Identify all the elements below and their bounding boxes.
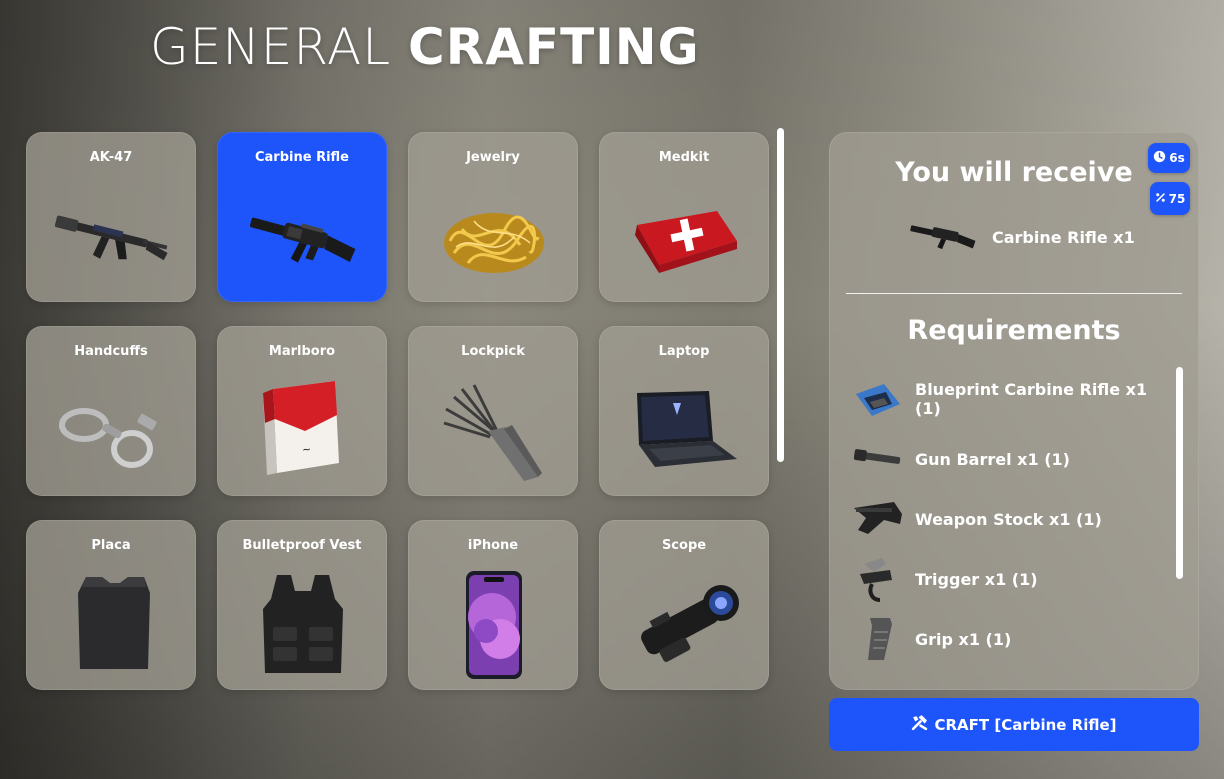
gun-barrel-icon — [850, 434, 905, 484]
requirement-label: Blueprint Carbine Rifle x1 (1) — [915, 380, 1148, 418]
list-item: Trigger x1 (1) — [850, 549, 1170, 609]
item-label: Placa — [91, 538, 131, 553]
item-card-ak47[interactable]: AK-47 — [26, 132, 196, 302]
grid-scrollbar[interactable] — [777, 128, 784, 462]
jewelry-icon — [434, 181, 554, 291]
medkit-icon — [625, 181, 745, 291]
laptop-icon — [625, 375, 745, 485]
item-label: Carbine Rifle — [254, 150, 349, 165]
item-card-placa[interactable]: Placa — [26, 520, 196, 690]
item-label: Laptop — [658, 344, 710, 359]
craft-time-value: 6s — [1169, 151, 1185, 165]
item-label: AK-47 — [89, 150, 133, 165]
weapon-stock-icon — [850, 494, 905, 544]
xp-badge: 75 — [1150, 182, 1190, 215]
item-grid: AK-47 Carbine Rifle Jewelry Medkit Handc… — [26, 132, 769, 690]
item-label: Scope — [661, 538, 707, 553]
blueprint-icon — [850, 374, 905, 424]
phone-icon — [434, 569, 554, 679]
item-card-jewelry[interactable]: Jewelry — [408, 132, 578, 302]
list-item: Gun Barrel x1 (1) — [850, 429, 1170, 489]
page-title: GENERAL CRAFTING — [150, 18, 700, 76]
handcuffs-icon — [52, 375, 172, 485]
receive-item: Carbine Rifle x1 — [908, 217, 1135, 257]
item-card-bulletproof-vest[interactable]: Bulletproof Vest — [217, 520, 387, 690]
list-item: Grip x1 (1) — [850, 609, 1170, 669]
item-label: Handcuffs — [74, 344, 148, 359]
scope-icon — [625, 569, 745, 679]
item-card-iphone[interactable]: iPhone — [408, 520, 578, 690]
cigarette-pack-icon: ~ — [243, 375, 363, 485]
item-card-carbine-rifle[interactable]: Carbine Rifle — [217, 132, 387, 302]
grip-icon — [850, 614, 905, 664]
ak47-icon — [52, 181, 172, 291]
requirement-label: Gun Barrel x1 (1) — [915, 449, 1070, 469]
title-light: GENERAL — [150, 18, 392, 76]
percent-icon — [1155, 192, 1166, 206]
title-bold: CRAFTING — [408, 18, 700, 76]
list-item: Blueprint Carbine Rifle x1 (1) — [850, 369, 1170, 429]
item-label: iPhone — [467, 538, 519, 553]
craft-time-badge: 6s — [1148, 143, 1190, 173]
item-card-laptop[interactable]: Laptop — [599, 326, 769, 496]
requirement-label: Grip x1 (1) — [915, 629, 1012, 649]
item-card-medkit[interactable]: Medkit — [599, 132, 769, 302]
carbine-rifle-icon — [908, 217, 978, 257]
crafting-tools-icon — [911, 714, 928, 735]
divider — [846, 293, 1182, 294]
item-label: Marlboro — [268, 344, 336, 359]
craft-button[interactable]: CRAFT [Carbine Rifle] — [829, 698, 1199, 751]
requirement-label: Trigger x1 (1) — [915, 569, 1038, 589]
carbine-rifle-icon — [243, 181, 363, 291]
vest-icon — [243, 569, 363, 679]
requirements-title: Requirements — [907, 315, 1121, 346]
craft-details-panel: You will receive 6s 75 Carbine Rifle x1 … — [829, 132, 1199, 690]
item-label: Medkit — [658, 150, 710, 165]
requirements-list: Blueprint Carbine Rifle x1 (1) Gun Barre… — [850, 369, 1170, 669]
trigger-icon — [850, 554, 905, 604]
receive-item-label: Carbine Rifle x1 — [992, 227, 1135, 247]
requirements-scrollbar[interactable] — [1176, 367, 1183, 579]
item-card-lockpick[interactable]: Lockpick — [408, 326, 578, 496]
item-card-scope[interactable]: Scope — [599, 520, 769, 690]
item-label: Lockpick — [461, 344, 525, 359]
list-item: Weapon Stock x1 (1) — [850, 489, 1170, 549]
clock-icon — [1153, 150, 1166, 166]
armor-plate-icon — [52, 569, 172, 679]
lockpick-icon — [434, 375, 554, 485]
item-card-handcuffs[interactable]: Handcuffs — [26, 326, 196, 496]
craft-button-label: CRAFT [Carbine Rifle] — [934, 715, 1117, 734]
item-label: Bulletproof Vest — [242, 538, 362, 553]
receive-title: You will receive — [895, 157, 1133, 188]
item-card-marlboro[interactable]: Marlboro ~ — [217, 326, 387, 496]
svg-text:~: ~ — [301, 443, 312, 457]
xp-value: 75 — [1168, 191, 1186, 206]
requirement-label: Weapon Stock x1 (1) — [915, 509, 1102, 529]
item-label: Jewelry — [466, 150, 520, 165]
